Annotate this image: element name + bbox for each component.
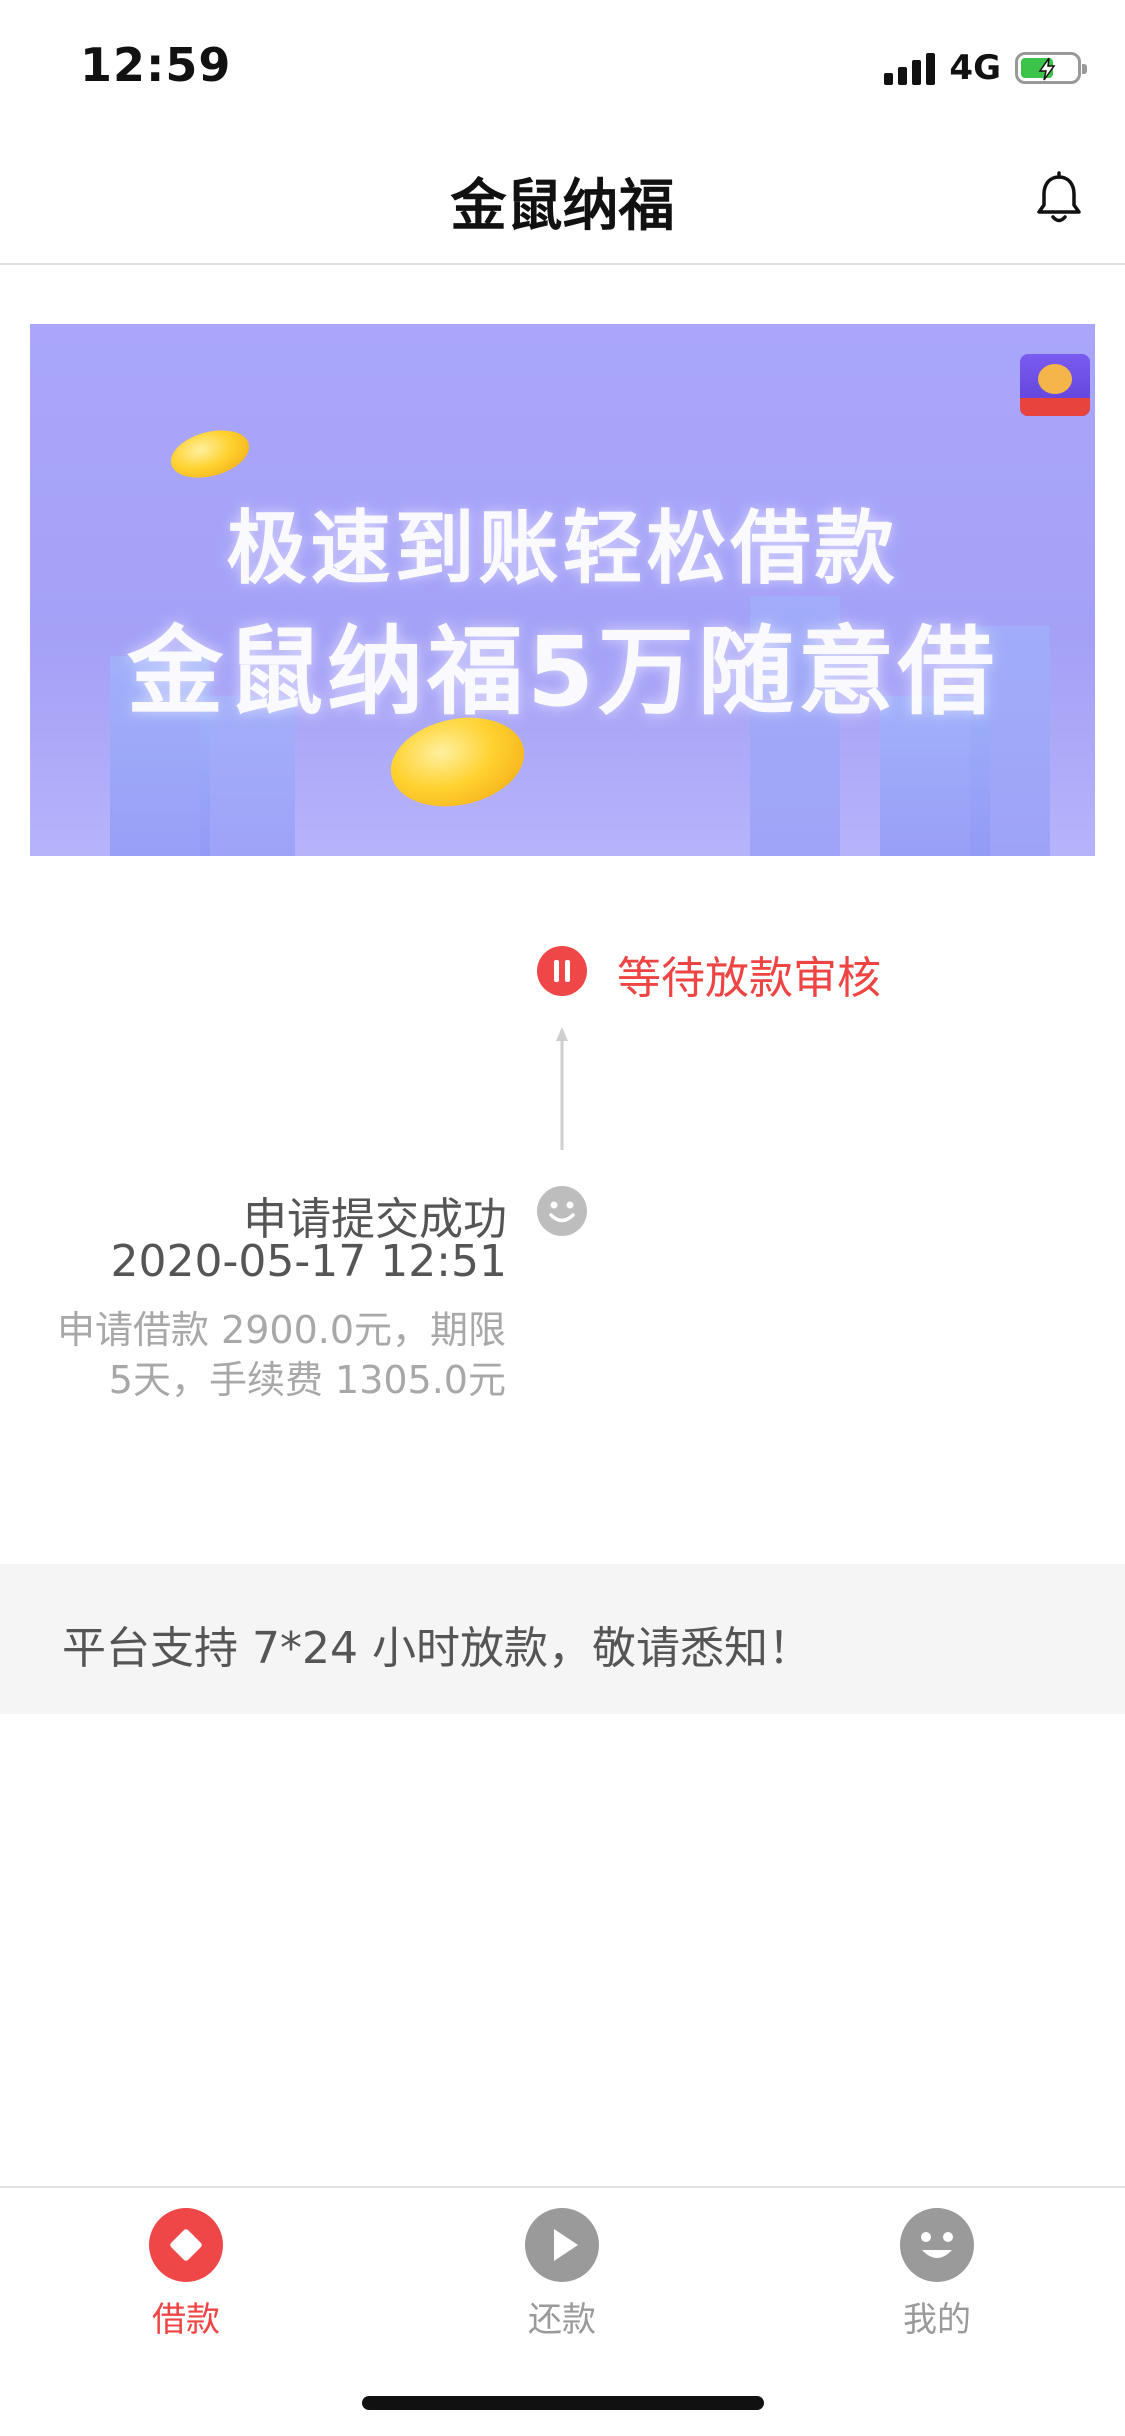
- step-detail: 申请借款 2900.0元，期限 5天，手续费 1305.0元: [56, 1308, 506, 1402]
- notice-bar: 平台支持 7*24 小时放款，敬请悉知！: [0, 1564, 1125, 1714]
- step-timestamp: 2020-05-17 12:51: [110, 1236, 508, 1287]
- home-indicator[interactable]: [362, 2396, 764, 2410]
- notice-text: 平台支持 7*24 小时放款，敬请悉知！: [62, 1623, 812, 1674]
- promo-banner[interactable]: 极速到账轻松借款 金鼠纳福5万随意借: [30, 324, 1095, 856]
- tab-label: 还款: [528, 2300, 596, 2340]
- signal-icon: [884, 51, 936, 85]
- banner-headline: 极速到账轻松借款: [226, 502, 899, 595]
- tab-label: 借款: [152, 2300, 220, 2340]
- pause-icon: [537, 946, 587, 996]
- tab-label: 我的: [903, 2300, 971, 2340]
- tab-repay[interactable]: 还款: [462, 2208, 662, 2348]
- loan-status-label: 等待放款审核: [617, 953, 881, 1004]
- diamond-icon: [149, 2208, 223, 2282]
- battery-icon: [1015, 52, 1087, 84]
- smile-icon: [900, 2208, 974, 2282]
- banner-subheadline: 金鼠纳福5万随意借: [127, 616, 998, 728]
- tab-mine[interactable]: 我的: [837, 2208, 1037, 2348]
- nav-bar: 金鼠纳福: [0, 135, 1125, 265]
- status-bar: 12:59 4G: [0, 0, 1125, 135]
- page-title: 金鼠纳福: [450, 174, 675, 239]
- status-time: 12:59: [80, 38, 232, 92]
- network-label: 4G: [949, 48, 1001, 88]
- play-icon: [525, 2208, 599, 2282]
- timeline-arrow-icon: [556, 1027, 568, 1150]
- bell-icon[interactable]: [1033, 171, 1085, 227]
- tab-loan[interactable]: 借款: [86, 2208, 286, 2348]
- coin-graphic: [165, 422, 255, 486]
- app-logo: [1020, 354, 1090, 416]
- smile-icon: [537, 1186, 587, 1236]
- status-indicators: 4G: [884, 46, 1087, 90]
